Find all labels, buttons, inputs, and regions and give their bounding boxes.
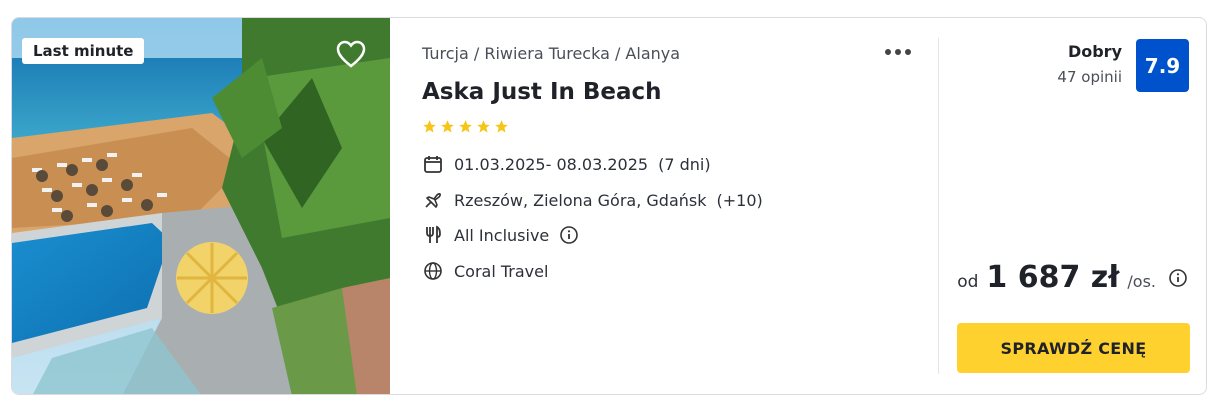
offer-card[interactable]: Last minute Turcja / Riwiera Turecka / A… (11, 17, 1207, 395)
check-price-button[interactable]: SPRAWDŹ CENĘ (957, 323, 1190, 373)
price-suffix: /os. (1127, 272, 1156, 291)
feature-departure: Rzeszów, Zielona Góra, Gdańsk (+10) (422, 189, 763, 211)
price-prefix: od (957, 272, 979, 292)
dates-text: 01.03.2025- 08.03.2025 (454, 154, 649, 174)
duration-text: (7 dni) (658, 154, 711, 174)
operator-text: Coral Travel (454, 261, 549, 281)
board-info-button[interactable] (559, 225, 579, 245)
calendar-icon (422, 153, 444, 175)
hotel-name[interactable]: Aska Just In Beach (422, 79, 662, 105)
feature-dates: 01.03.2025- 08.03.2025 (7 dni) (422, 153, 711, 175)
rating-label: Dobry (1067, 42, 1122, 61)
departure-text: Rzeszów, Zielona Góra, Gdańsk (454, 190, 707, 210)
breadcrumb-location[interactable]: Turcja / Riwiera Turecka / Alanya (422, 44, 680, 63)
star-icon (459, 120, 472, 133)
star-icon (441, 120, 454, 133)
offer-info: Turcja / Riwiera Turecka / Alanya Aska J… (422, 18, 922, 394)
departure-extra-link[interactable]: (+10) (717, 191, 763, 210)
more-options-button[interactable] (884, 42, 912, 61)
star-icon (495, 120, 508, 133)
price-row: od 1 687 zł /os. (957, 260, 1188, 295)
info-icon (1169, 268, 1187, 287)
star-icon (423, 120, 436, 133)
price-info-button[interactable] (1168, 268, 1188, 288)
board-text: All Inclusive (454, 225, 550, 245)
more-dots-icon (885, 49, 911, 55)
star-icon (477, 120, 490, 133)
price-amount: 1 687 zł (986, 260, 1120, 295)
favorite-button[interactable] (334, 37, 368, 71)
rating-score: 7.9 (1136, 39, 1189, 92)
globe-icon (422, 260, 444, 282)
cutlery-icon (422, 224, 444, 246)
last-minute-badge: Last minute (22, 38, 145, 64)
heart-icon (336, 40, 366, 68)
hotel-stars (422, 119, 509, 134)
feature-board: All Inclusive (422, 224, 579, 246)
divider (938, 38, 939, 374)
opinions-count[interactable]: 47 opinii (1057, 68, 1122, 86)
hotel-photo-illustration (12, 18, 390, 394)
feature-operator: Coral Travel (422, 260, 548, 282)
info-icon (560, 226, 579, 244)
plane-icon (422, 189, 444, 211)
hotel-photo[interactable]: Last minute (12, 18, 390, 394)
